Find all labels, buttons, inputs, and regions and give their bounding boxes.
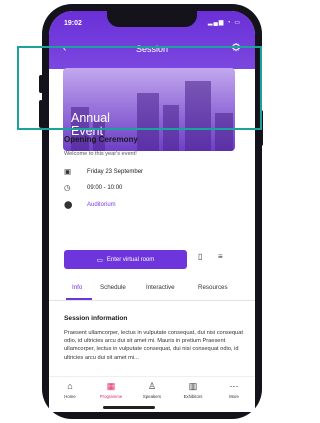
settings-icon[interactable]: ⚙ — [231, 41, 241, 54]
event-title: Opening Ceremony — [64, 135, 138, 144]
enter-virtual-room-button[interactable]: ▭ Enter virtual room — [64, 250, 187, 269]
people-icon: ♙ — [147, 381, 157, 391]
nav-item-home[interactable]: ⌂ Home — [53, 381, 87, 399]
event-time-row: ◷ 09:00 - 10:00 — [64, 182, 122, 193]
nav-label: Speakers — [142, 394, 162, 399]
more-icon: ⋯ — [229, 381, 239, 391]
calendar-icon: ▣ — [64, 167, 72, 176]
event-location-link[interactable]: Auditorium — [87, 202, 116, 208]
nav-label: Exhibitors — [183, 394, 203, 399]
home-icon: ⌂ — [67, 381, 73, 391]
tab-info[interactable]: Info — [72, 284, 82, 291]
nav-label: Home — [64, 394, 76, 399]
skyline-building — [137, 93, 159, 151]
event-location-row[interactable]: ⬤ Auditorium — [64, 199, 116, 210]
app-header: 19:02 ▂▄▆ ◔ ▭ ‹ Session ⚙ — [49, 11, 255, 69]
camera-notch — [107, 11, 197, 27]
nav-label: Programme — [99, 394, 123, 399]
tab-interactive[interactable]: Interactive — [146, 284, 175, 291]
phone-side-button — [259, 110, 263, 146]
skyline-building — [163, 105, 179, 151]
event-subtitle: Welcome to this year's event! — [64, 151, 137, 157]
event-time: 09:00 - 10:00 — [87, 184, 123, 191]
enter-button-label: Enter virtual room — [106, 256, 155, 263]
skyline-building — [185, 81, 211, 151]
building-icon: ▥ — [188, 381, 198, 391]
skyline-building — [215, 113, 233, 151]
section-title: Session information — [64, 315, 128, 322]
location-pin-icon: ⬤ — [64, 200, 73, 209]
section-body: Praesent ullamcorper, lectus in vulputat… — [64, 330, 243, 361]
tabs-divider — [49, 300, 255, 301]
event-date-row: ▣ Friday 23 September — [64, 166, 143, 177]
nav-item-exhibitors[interactable]: ▥ Exhibitors — [176, 381, 210, 399]
clock-icon: ◷ — [64, 183, 71, 192]
tab-schedule[interactable]: Schedule — [100, 284, 126, 291]
nav-item-speakers[interactable]: ♙ Speakers — [135, 381, 169, 399]
session-tabs: Info Schedule Interactive Resources — [58, 282, 248, 300]
phone-side-button — [39, 75, 43, 93]
page-title: Session — [135, 44, 169, 54]
home-indicator — [103, 406, 155, 409]
event-date: Friday 23 September — [87, 168, 144, 175]
nav-item-more[interactable]: ⋯ More — [217, 381, 251, 399]
tab-resources[interactable]: Resources — [198, 284, 228, 291]
playlist-add-icon[interactable]: ≡ — [218, 252, 223, 261]
nav-label: More — [229, 394, 239, 399]
status-icons: ▂▄▆ ◔ ▭ — [207, 20, 241, 26]
nav-item-programme[interactable]: ▦ Programme — [94, 381, 128, 399]
bookmark-icon[interactable]: ▯ — [198, 252, 202, 261]
calendar-icon: ▦ — [106, 381, 116, 391]
phone-side-button — [39, 100, 43, 128]
status-time: 19:02 — [64, 20, 82, 27]
video-icon: ▭ — [96, 256, 103, 264]
